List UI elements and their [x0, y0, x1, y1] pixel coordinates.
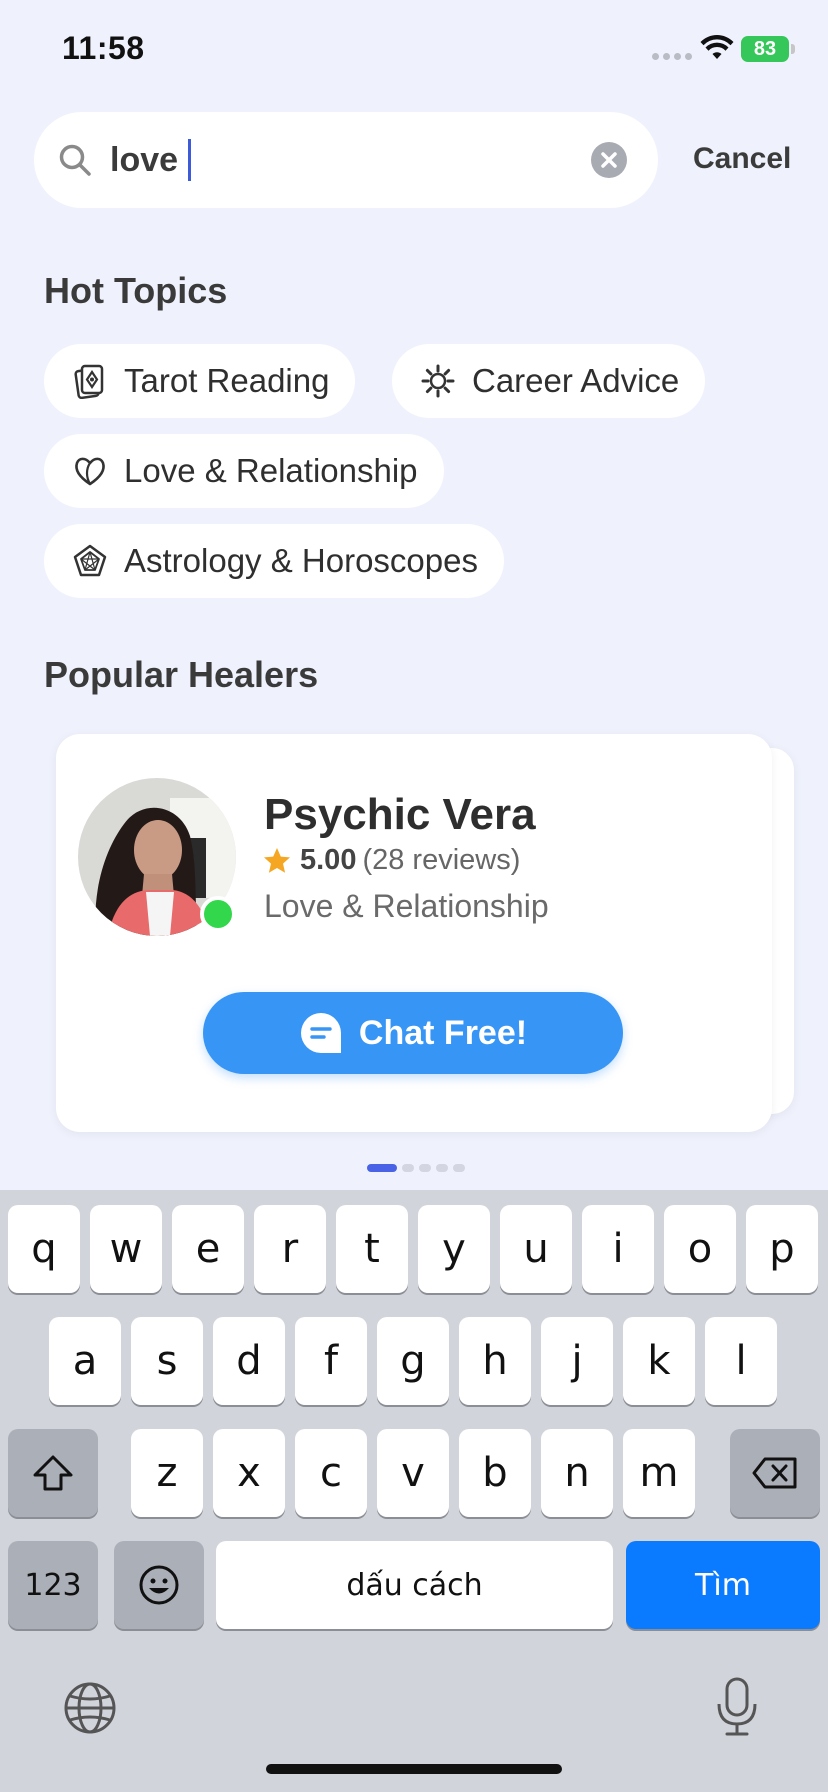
healer-name[interactable]: Psychic Vera [264, 790, 536, 840]
search-input-value: love [110, 140, 179, 179]
key-g[interactable]: g [377, 1317, 449, 1405]
healer-card[interactable]: Psychic Vera 5.00 (28 reviews) Love & Re… [56, 734, 772, 1132]
key-p[interactable]: p [746, 1205, 818, 1293]
cellular-signal-icon [652, 53, 692, 60]
backspace-icon [752, 1457, 797, 1489]
key-y[interactable]: y [418, 1205, 490, 1293]
tarot-card-icon [74, 364, 104, 399]
chat-free-button[interactable]: Chat Free! [203, 992, 623, 1074]
chat-free-label: Chat Free! [358, 1013, 528, 1052]
key-m[interactable]: m [623, 1429, 695, 1517]
status-bar: 11:58 83 [0, 0, 828, 100]
key-z[interactable]: z [131, 1429, 203, 1517]
rating-value: 5.00 [300, 844, 357, 876]
key-e[interactable]: e [172, 1205, 244, 1293]
cancel-button[interactable]: Cancel [693, 142, 791, 176]
key-d[interactable]: d [213, 1317, 285, 1405]
popular-healers-title: Popular Healers [44, 654, 319, 695]
key-k[interactable]: k [623, 1317, 695, 1405]
search-icon [59, 144, 91, 176]
heart-icon [75, 457, 105, 486]
key-w[interactable]: w [90, 1205, 162, 1293]
healer-topic: Love & Relationship [264, 888, 549, 924]
globe-icon[interactable] [62, 1680, 118, 1736]
pager-dot[interactable] [436, 1164, 448, 1172]
search-key[interactable]: Tìm [626, 1541, 820, 1629]
pager-dot[interactable] [402, 1164, 414, 1172]
shift-key[interactable] [8, 1429, 98, 1517]
key-h[interactable]: h [459, 1317, 531, 1405]
key-i[interactable]: i [582, 1205, 654, 1293]
key-b[interactable]: b [459, 1429, 531, 1517]
carousel-pager[interactable] [367, 1164, 465, 1172]
key-c[interactable]: c [295, 1429, 367, 1517]
topic-chip-tarot-reading[interactable]: Tarot Reading [44, 344, 356, 418]
online-status-indicator [200, 896, 236, 932]
status-time: 11:58 [62, 30, 145, 66]
battery-icon: 83 [741, 36, 795, 62]
emoji-icon [139, 1565, 179, 1605]
battery-level: 83 [741, 36, 789, 62]
topic-chip-label: Astrology & Horoscopes [124, 542, 478, 579]
topic-chip-label: Love & Relationship [124, 452, 418, 489]
key-r[interactable]: r [254, 1205, 326, 1293]
topic-chip-career-advice[interactable]: Career Advice [392, 344, 706, 418]
on-screen-keyboard: q w e r t y u i o p a s d f g h j k l z … [0, 1190, 828, 1792]
topic-chip-astrology-horoscopes[interactable]: Astrology & Horoscopes [44, 524, 504, 598]
key-s[interactable]: s [131, 1317, 203, 1405]
key-a[interactable]: a [49, 1317, 121, 1405]
space-key[interactable]: dấu cách [216, 1541, 613, 1629]
key-q[interactable]: q [8, 1205, 80, 1293]
key-o[interactable]: o [664, 1205, 736, 1293]
topic-chip-love-relationship[interactable]: Love & Relationship [44, 434, 444, 508]
key-l[interactable]: l [705, 1317, 777, 1405]
home-indicator[interactable] [266, 1764, 562, 1774]
review-count: (28 reviews) [362, 844, 521, 876]
chat-bubble-icon [300, 1013, 341, 1053]
key-v[interactable]: v [377, 1429, 449, 1517]
key-t[interactable]: t [336, 1205, 408, 1293]
emoji-key[interactable] [114, 1541, 204, 1629]
search-input[interactable]: love [110, 138, 550, 182]
key-j[interactable]: j [541, 1317, 613, 1405]
rating-row: 5.00 (28 reviews) [262, 844, 520, 877]
search-bar[interactable]: love [34, 112, 658, 208]
backspace-key[interactable] [730, 1429, 820, 1517]
shift-icon [33, 1455, 73, 1491]
text-caret [188, 139, 192, 181]
topic-chip-label: Career Advice [472, 362, 680, 399]
pager-dot-active[interactable] [367, 1164, 397, 1172]
key-f[interactable]: f [295, 1317, 367, 1405]
astrology-chart-icon [73, 544, 107, 577]
gear-sun-icon [421, 364, 455, 398]
star-icon [264, 847, 290, 873]
key-n[interactable]: n [541, 1429, 613, 1517]
hot-topics-title: Hot Topics [44, 270, 228, 311]
wifi-icon [700, 35, 734, 59]
clear-search-icon[interactable] [591, 142, 627, 178]
key-x[interactable]: x [213, 1429, 285, 1517]
pager-dot[interactable] [453, 1164, 465, 1172]
key-u[interactable]: u [500, 1205, 572, 1293]
microphone-icon[interactable] [712, 1676, 762, 1738]
numbers-key[interactable]: 123 [8, 1541, 98, 1629]
topic-chip-label: Tarot Reading [124, 362, 330, 399]
pager-dot[interactable] [419, 1164, 431, 1172]
